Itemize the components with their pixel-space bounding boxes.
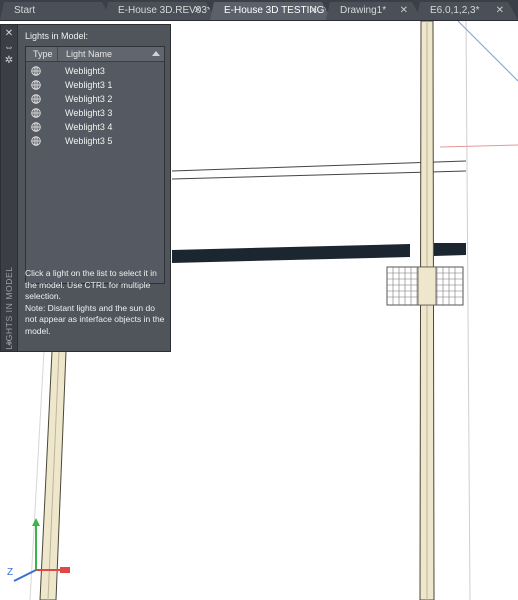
palette-title-strip: ✕ ⇔ ✲ LIGHTS IN MODEL ♀ [1, 25, 18, 351]
construction-line [465, 21, 471, 600]
tab-start[interactable]: Start [0, 2, 112, 20]
tab-ehouse-rev03[interactable]: E-House 3D.REV03* ✕ [104, 2, 216, 20]
light-name: Weblight3 [65, 66, 105, 76]
weblight-icon [31, 94, 41, 104]
close-icon[interactable]: ✕ [4, 29, 14, 39]
help-text: Click a light on the list to select it i… [25, 268, 167, 337]
pin-icon[interactable]: ⇔ [4, 43, 14, 53]
light-name: Weblight3 3 [65, 108, 113, 118]
tab-label: Drawing1* [340, 5, 387, 16]
weblight-icon [31, 136, 41, 146]
lights-in-model-palette: ✕ ⇔ ✲ LIGHTS IN MODEL ♀ Lights in Model:… [0, 24, 171, 352]
weblight-icon [31, 66, 41, 76]
light-name: Weblight3 2 [65, 94, 113, 104]
list-header: Type Light Name [26, 47, 164, 62]
properties-icon[interactable]: ✲ [4, 56, 14, 66]
column-separator[interactable] [57, 47, 58, 61]
tab-label: E6.0,1,2,3* [430, 5, 480, 16]
list-item[interactable]: Weblight3 1 [26, 78, 164, 92]
close-icon[interactable]: ✕ [496, 2, 504, 20]
dark-beam [172, 244, 410, 263]
help-paragraph: Click a light on the list to select it i… [25, 268, 165, 336]
list-item[interactable]: Weblight3 3 [26, 106, 164, 120]
document-tab-bar: Start E-House 3D.REV03* ✕ E-House 3D TES… [0, 0, 518, 21]
bulb-icon: ♀ [5, 338, 13, 349]
tab-ehouse-testing[interactable]: E-House 3D TESTING* ✕ [210, 2, 332, 20]
column-type[interactable]: Type [33, 49, 53, 59]
close-icon[interactable]: ✕ [400, 2, 408, 20]
list-item[interactable]: Weblight3 5 [26, 134, 164, 148]
weblight-icon [31, 108, 41, 118]
light-name: Weblight3 5 [65, 136, 113, 146]
lights-list[interactable]: Type Light Name Weblight3 Weblight3 1 We… [25, 46, 165, 284]
close-icon[interactable]: ✕ [194, 2, 202, 20]
column-light-name[interactable]: Light Name [66, 49, 112, 59]
list-item[interactable]: Weblight3 [26, 64, 164, 78]
close-icon[interactable]: ✕ [310, 2, 318, 20]
light-name: Weblight3 4 [65, 122, 113, 132]
sort-ascending-icon[interactable] [152, 51, 160, 56]
blue-axis-line [457, 21, 518, 82]
red-axis-line [439, 144, 518, 148]
list-item[interactable]: Weblight3 4 [26, 120, 164, 134]
tab-drawing1[interactable]: Drawing1* ✕ [326, 2, 422, 20]
light-name: Weblight3 1 [65, 80, 113, 90]
lights-heading: Lights in Model: [25, 31, 89, 41]
weblight-fixture[interactable] [386, 266, 464, 306]
weblight-icon [31, 122, 41, 132]
dark-beam-end [434, 243, 466, 256]
ucs-z-label: Z [7, 567, 13, 578]
tab-label: Start [14, 5, 36, 16]
weblight-icon [31, 80, 41, 90]
list-item[interactable]: Weblight3 2 [26, 92, 164, 106]
tab-e6[interactable]: E6.0,1,2,3* ✕ [416, 2, 518, 20]
